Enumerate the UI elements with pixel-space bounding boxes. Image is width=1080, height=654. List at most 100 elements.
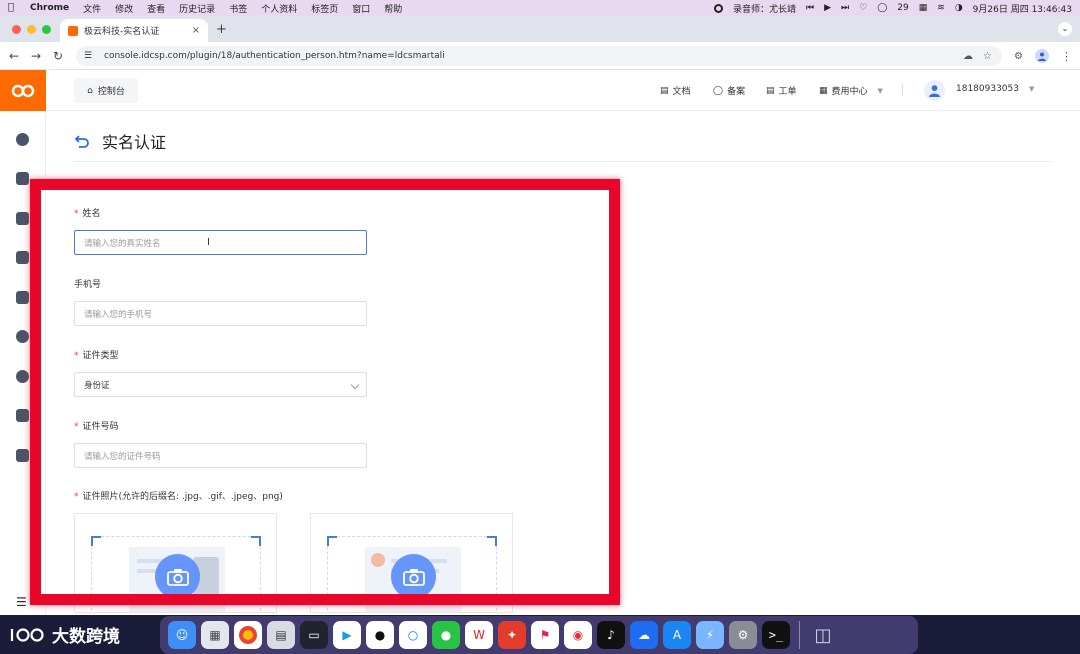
favicon-icon	[68, 25, 78, 36]
id-number-input[interactable]: 请输入您的证件号码	[74, 443, 367, 468]
user-icon	[929, 85, 940, 97]
dashboard-icon[interactable]	[16, 133, 29, 146]
id-type-select[interactable]: 身份证	[74, 372, 367, 397]
nav-billing[interactable]: ▦ 费用中心 ▼	[819, 84, 883, 98]
box-icon[interactable]	[16, 251, 29, 264]
menu-view[interactable]: 查看	[147, 2, 165, 15]
avatar[interactable]	[924, 80, 945, 101]
globe-icon[interactable]	[16, 330, 29, 343]
text-cursor-icon: I	[207, 237, 210, 248]
spark-icon[interactable]: ⚡	[696, 621, 724, 649]
database-icon[interactable]	[16, 291, 29, 304]
more-menu-icon[interactable]: ⋮	[1061, 50, 1072, 63]
menu-bookmarks[interactable]: 书签	[229, 2, 247, 15]
phone-input[interactable]: 请输入您的手机号	[74, 301, 367, 326]
nav-docs[interactable]: ▤ 文档	[660, 84, 691, 98]
nav-filing[interactable]: ◯ 备案	[713, 84, 745, 98]
ssl-icon[interactable]	[16, 370, 29, 383]
dock-divider	[799, 621, 800, 649]
watermark-brand: 大数跨境	[10, 622, 120, 647]
system-settings-icon[interactable]: ⚙	[729, 621, 757, 649]
media-play-icon[interactable]: ▶	[824, 3, 831, 13]
user-menu[interactable]: 18180933053 ▼	[956, 84, 1034, 94]
address-bar[interactable]: ☰ console.idcsp.com/plugin/18/authentica…	[76, 46, 1002, 66]
maximize-window-button[interactable]	[42, 25, 51, 34]
close-window-button[interactable]	[12, 25, 21, 34]
menu-profile[interactable]: 个人资料	[261, 2, 297, 15]
console-button[interactable]: ⌂ 控制台	[74, 78, 138, 103]
screen-share-icon[interactable]: ▭	[300, 621, 328, 649]
forward-icon[interactable]: →	[28, 49, 44, 63]
id-number-label: * 证件号码	[74, 422, 119, 432]
chrome-icon[interactable]	[234, 621, 262, 649]
storage-icon[interactable]	[16, 212, 29, 225]
media-next-icon[interactable]: ⏭	[841, 3, 849, 13]
back-icon[interactable]: ←	[6, 49, 22, 63]
flag-app-icon[interactable]: ⚑	[531, 621, 559, 649]
menu-toggle-icon[interactable]: ☰	[16, 595, 27, 609]
new-tab-icon[interactable]: +	[216, 22, 227, 37]
menu-app-name[interactable]: Chrome	[30, 3, 69, 13]
profile-icon[interactable]	[1035, 49, 1049, 63]
menu-tab[interactable]: 标签页	[311, 2, 338, 15]
remote-control-icon[interactable]: ✦	[498, 621, 526, 649]
menu-window[interactable]: 窗口	[352, 2, 370, 15]
heart-icon[interactable]: ♡	[859, 3, 867, 13]
nav-docs-label: 文档	[672, 87, 691, 97]
netease-music-icon[interactable]: ◉	[564, 621, 592, 649]
record-icon[interactable]	[713, 3, 723, 13]
id-back-upload[interactable]	[310, 513, 513, 613]
menu-help[interactable]: 帮助	[384, 2, 402, 15]
wifi-icon[interactable]: ≋	[937, 3, 945, 13]
launchpad-icon[interactable]: ▦	[201, 621, 229, 649]
browser-tab-strip: 极云科技-实名认证 × + ⌄	[0, 16, 1080, 42]
menu-history[interactable]: 历史记录	[179, 2, 215, 15]
chevron-down-icon: ▼	[877, 86, 883, 95]
name-input[interactable]: 请输入您的真实姓名 I	[74, 230, 367, 255]
site-info-icon[interactable]: ☰	[84, 51, 96, 61]
tag-icon[interactable]	[16, 409, 29, 422]
message-icon[interactable]: ○	[399, 621, 427, 649]
media-prev-icon[interactable]: ⏮	[806, 3, 814, 13]
select-chevron-down-icon	[350, 380, 360, 390]
main-content: 实名认证 * 姓名 请输入您的真实姓名 I 手机号 请输入您的手机号 * 证件类型 …	[46, 111, 1080, 615]
camera-icon[interactable]	[391, 554, 436, 599]
username: 18180933053	[956, 84, 1019, 94]
nav-ticket[interactable]: ▤ 工单	[766, 84, 797, 98]
finder-icon[interactable]: ☺	[168, 621, 196, 649]
grid-icon[interactable]: ▦	[919, 3, 928, 13]
console-label: 控制台	[97, 87, 125, 97]
trash-icon[interactable]: ◫	[809, 621, 837, 649]
minimize-window-button[interactable]	[27, 25, 36, 34]
terminal-icon[interactable]: >_	[762, 621, 790, 649]
back-arrow-icon[interactable]	[74, 133, 90, 149]
menu-file[interactable]: 文件	[83, 2, 101, 15]
tab-search-icon[interactable]: ⌄	[1058, 22, 1072, 36]
url-text: console.idcsp.com/plugin/18/authenticati…	[104, 51, 445, 61]
close-tab-icon[interactable]: ×	[192, 25, 200, 36]
translate-icon[interactable]: ☁	[963, 51, 973, 62]
shield-icon[interactable]	[16, 449, 29, 462]
extension-icon[interactable]: ⚙	[1014, 51, 1023, 62]
cloud-drive-icon[interactable]: ☁	[630, 621, 658, 649]
camera-icon[interactable]	[155, 554, 200, 599]
browser-tab-active[interactable]: 极云科技-实名认证 ×	[60, 19, 208, 42]
video-player-icon[interactable]: ▶	[333, 621, 361, 649]
chat-icon[interactable]: ◯	[877, 3, 887, 13]
reload-icon[interactable]: ↻	[50, 49, 66, 63]
brand-logo[interactable]	[0, 70, 46, 111]
id-front-upload[interactable]	[74, 513, 277, 613]
id-type-label: * 证件类型	[74, 351, 119, 361]
remote-desktop-icon[interactable]: ▤	[267, 621, 295, 649]
billing-icon: ▦	[819, 85, 828, 96]
control-center-icon[interactable]: ◑	[955, 3, 963, 13]
app-store-icon[interactable]: A	[663, 621, 691, 649]
wps-icon[interactable]: W	[465, 621, 493, 649]
apple-icon[interactable]: 	[8, 3, 18, 13]
tiktok-icon[interactable]: ♪	[597, 621, 625, 649]
wechat-icon[interactable]: ●	[432, 621, 460, 649]
qq-icon[interactable]: ●	[366, 621, 394, 649]
bookmark-star-icon[interactable]: ☆	[983, 51, 992, 62]
menu-edit[interactable]: 修改	[115, 2, 133, 15]
server-icon[interactable]	[16, 172, 29, 185]
